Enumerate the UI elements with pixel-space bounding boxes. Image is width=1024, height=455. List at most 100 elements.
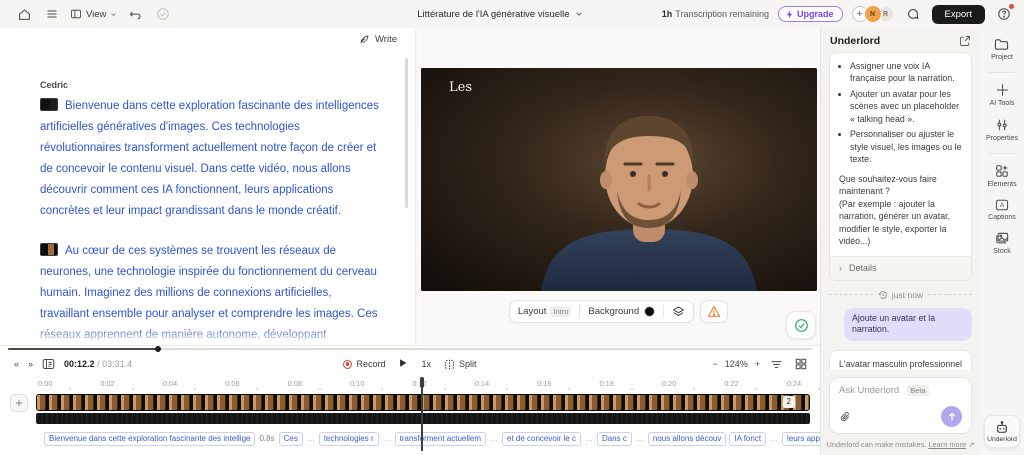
skip-back-button[interactable]: «: [14, 359, 19, 369]
video-track[interactable]: 2: [36, 394, 810, 411]
transcript-chip[interactable]: leurs applica: [782, 432, 820, 446]
learn-more-link[interactable]: Learn more: [928, 440, 966, 449]
tab-label: Elements: [987, 181, 1016, 188]
sync-status-button[interactable]: [786, 311, 816, 339]
ruler-tick: 0:20: [662, 379, 724, 392]
tab-properties[interactable]: Properties: [986, 118, 1018, 142]
tab-captions[interactable]: A Captions: [988, 199, 1016, 221]
transcript-chip[interactable]: nous allons découv: [648, 432, 727, 446]
playhead[interactable]: [421, 377, 423, 451]
avatar[interactable]: N: [864, 5, 882, 23]
input-placeholder: Ask Underlord: [839, 385, 899, 396]
assistant-bullet: Assigner une voix IA française pour la n…: [850, 60, 962, 85]
topbar: View Littérature de l'IA générative visu…: [0, 0, 1024, 28]
comments-icon[interactable]: [903, 4, 923, 24]
timeline-minimap[interactable]: [8, 348, 812, 350]
timestamp-divider: just now: [829, 290, 972, 300]
minimap-handle[interactable]: [155, 346, 161, 352]
help-icon[interactable]: [994, 4, 1014, 24]
timeline-layout-button[interactable]: [792, 356, 810, 372]
tab-stock[interactable]: Stock: [993, 232, 1011, 255]
paragraph-text[interactable]: Bienvenue dans cette exploration fascina…: [40, 100, 379, 217]
transcript-chip[interactable]: …: [306, 434, 316, 443]
transcript-chip[interactable]: …: [489, 434, 499, 443]
transcript-chip[interactable]: transforment actuellem: [395, 432, 486, 446]
transcript-chip[interactable]: Bienvenue dans cette exploration fascina…: [44, 432, 255, 446]
ask-underlord-input[interactable]: Ask Underlord Beta: [829, 377, 972, 434]
quota-hours: 1h: [662, 9, 673, 19]
transcript-chip[interactable]: …: [769, 434, 779, 443]
project-title-menu[interactable]: Littérature de l'IA générative visuelle: [417, 9, 582, 20]
underlord-conversation[interactable]: Assigner une voix IA française pour la n…: [821, 52, 980, 370]
minimap-progress: [8, 348, 157, 350]
add-track-button[interactable]: +: [10, 394, 28, 412]
layout-badge: Intro: [550, 306, 571, 317]
transcript-chip[interactable]: …: [635, 434, 645, 443]
layers-button[interactable]: [672, 305, 685, 318]
assistant-bullet: Personnaliser ou ajuster le style visuel…: [850, 128, 962, 165]
view-label: View: [86, 9, 106, 20]
split-button[interactable]: Split: [444, 359, 477, 370]
view-menu-button[interactable]: View: [70, 8, 117, 20]
script-paragraph[interactable]: Bienvenue dans cette exploration fascina…: [40, 96, 381, 222]
play-button[interactable]: [398, 358, 408, 370]
warning-button[interactable]: [700, 300, 728, 323]
total-time: 03:31.4: [102, 359, 132, 369]
zoom-in-button[interactable]: +: [755, 359, 760, 369]
svg-text:A: A: [1000, 203, 1004, 209]
transcription-quota: 1hTranscription remaining: [662, 9, 769, 19]
divider: [663, 305, 664, 318]
timeline-ruler[interactable]: 0:000:020:040:060:080:100:120:140:160:18…: [0, 379, 820, 392]
details-toggle[interactable]: › Details: [830, 256, 971, 280]
popout-icon[interactable]: [959, 35, 971, 47]
playback-speed-button[interactable]: 1x: [421, 359, 431, 369]
zoom-out-button[interactable]: −: [712, 359, 717, 369]
ruler-tick: 0:02: [100, 379, 162, 392]
transcript-chip[interactable]: Dans c: [597, 432, 632, 446]
export-button[interactable]: Export: [932, 5, 985, 24]
track-height-button[interactable]: [767, 356, 785, 372]
skip-forward-button[interactable]: »: [28, 359, 33, 369]
scene-thumbnail-icon[interactable]: [40, 243, 58, 256]
transcript-chip[interactable]: technologies r: [319, 432, 379, 446]
canvas-toolbar: Layout Intro Background: [417, 300, 820, 323]
video-canvas[interactable]: Les: [421, 68, 817, 291]
speaker-label[interactable]: Cedric: [40, 80, 381, 90]
transcript-chip[interactable]: et de concevoir le c: [502, 432, 581, 446]
background-color-swatch[interactable]: [644, 306, 655, 317]
background-button[interactable]: Background: [588, 306, 655, 317]
tab-project[interactable]: Project: [991, 38, 1013, 61]
transcript-chip[interactable]: …: [382, 434, 392, 443]
menu-icon[interactable]: [42, 4, 62, 24]
timeline-controls: « » 00:12.2 / 03:31.4 Record 1x: [0, 354, 820, 374]
transcript-chip[interactable]: …: [584, 434, 594, 443]
undo-icon[interactable]: [125, 4, 145, 24]
script-toggle-icon[interactable]: [42, 358, 55, 370]
tab-elements[interactable]: Elements: [987, 164, 1016, 188]
topbar-right: 1hTranscription remaining Upgrade + N R …: [662, 4, 1016, 24]
tab-underlord[interactable]: Underlord: [984, 415, 1020, 448]
tab-ai-tools[interactable]: AI Tools: [990, 83, 1015, 107]
transcript-chip[interactable]: 0.8s: [258, 434, 275, 443]
pen-icon: [359, 34, 370, 45]
ruler-tick: 0:22: [724, 379, 786, 392]
audio-track[interactable]: [36, 413, 810, 424]
script-scrollbar[interactable]: [405, 58, 408, 208]
transcript-chip[interactable]: Ces: [279, 432, 303, 446]
home-icon[interactable]: [14, 4, 34, 24]
attachment-icon[interactable]: [839, 411, 851, 423]
scene-thumbnail-icon[interactable]: [40, 98, 58, 111]
record-button[interactable]: Record: [343, 359, 385, 369]
script-body[interactable]: Cedric Bienvenue dans cette exploration …: [40, 80, 381, 345]
play-icon: [398, 358, 408, 368]
transcript-chip[interactable]: IA fonct: [729, 432, 766, 446]
zoom-level[interactable]: 124%: [725, 359, 748, 369]
send-button[interactable]: [941, 406, 962, 427]
timecode: 00:12.2 / 03:31.4: [64, 359, 132, 369]
sliders-icon: [995, 118, 1009, 132]
upgrade-button[interactable]: Upgrade: [778, 6, 843, 22]
layout-button[interactable]: Layout Intro: [518, 306, 572, 317]
chevron-right-icon: ›: [839, 262, 842, 275]
write-button[interactable]: Write: [359, 34, 397, 45]
canvas-title-text[interactable]: Les: [449, 80, 472, 95]
